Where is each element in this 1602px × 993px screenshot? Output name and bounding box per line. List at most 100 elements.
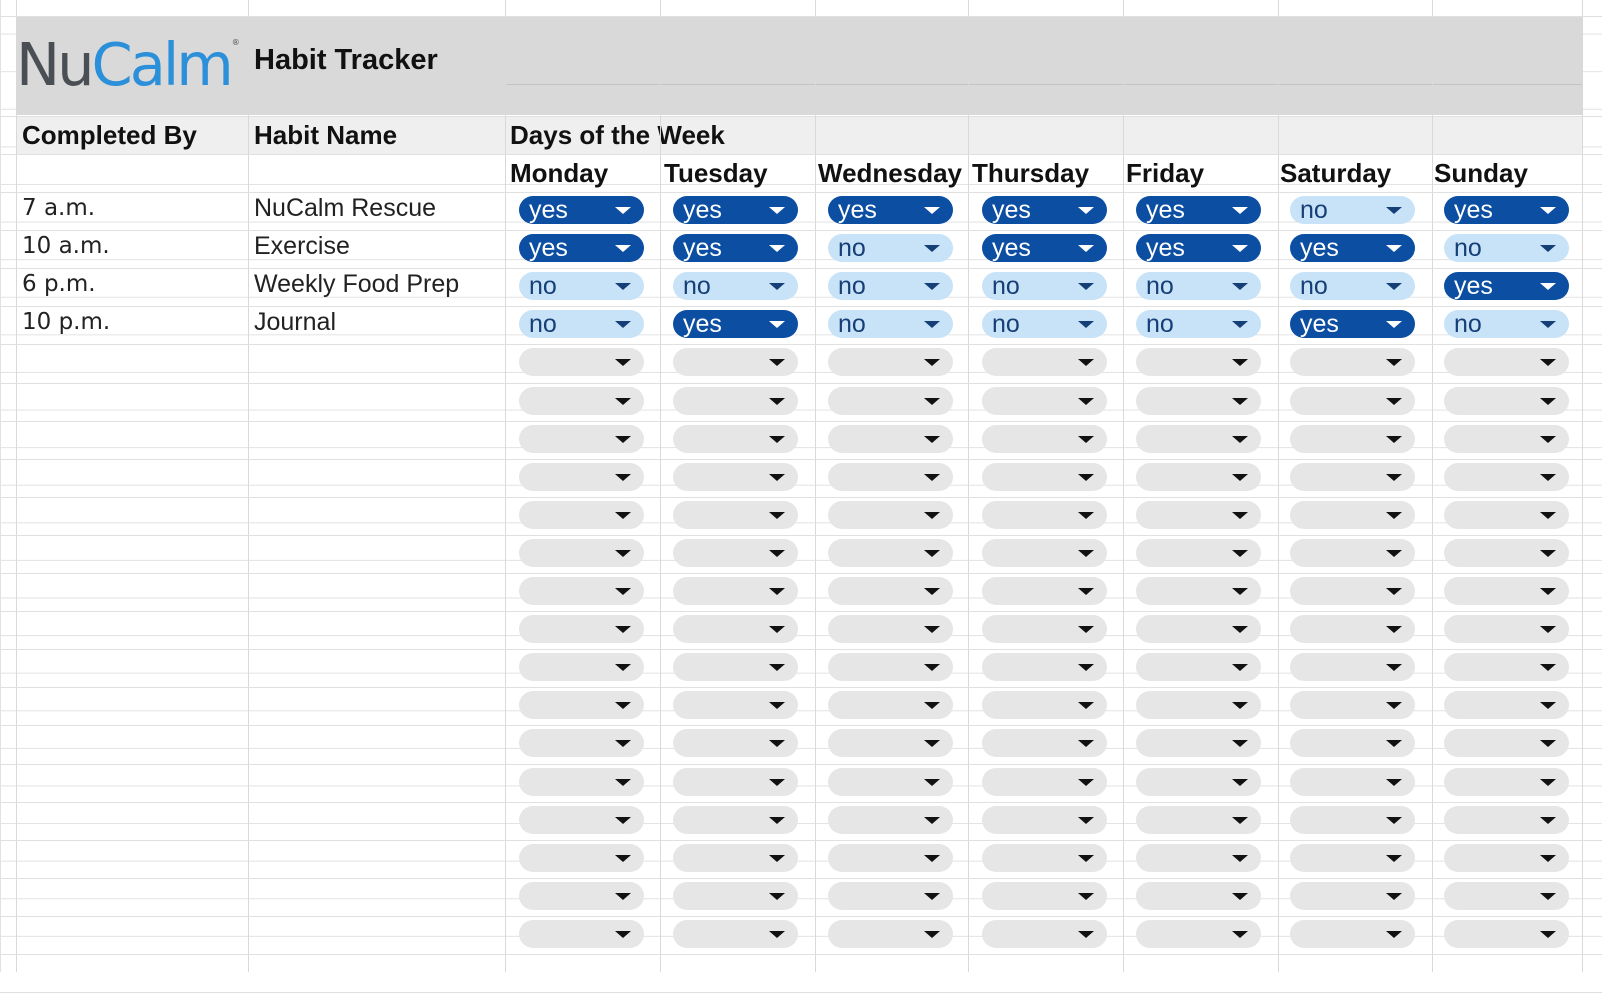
dropdown-sunday[interactable]: yes bbox=[1444, 196, 1569, 224]
dropdown-empty-thursday[interactable] bbox=[982, 729, 1107, 758]
dropdown-empty-sunday[interactable] bbox=[1444, 805, 1569, 834]
habit-name-cell[interactable]: Weekly Food Prep bbox=[254, 270, 459, 299]
completed-by-cell[interactable]: 10 p.m. bbox=[22, 309, 110, 335]
dropdown-empty-sunday[interactable] bbox=[1444, 615, 1569, 644]
dropdown-empty-tuesday[interactable] bbox=[673, 500, 798, 529]
header-day-monday[interactable]: Monday bbox=[510, 158, 608, 189]
dropdown-empty-monday[interactable] bbox=[519, 500, 644, 529]
dropdown-empty-sunday[interactable] bbox=[1444, 462, 1569, 491]
dropdown-empty-monday[interactable] bbox=[519, 691, 644, 720]
dropdown-empty-saturday[interactable] bbox=[1290, 805, 1415, 834]
dropdown-empty-thursday[interactable] bbox=[982, 386, 1107, 415]
dropdown-empty-saturday[interactable] bbox=[1290, 348, 1415, 377]
header-day-tuesday[interactable]: Tuesday bbox=[664, 158, 768, 189]
dropdown-empty-wednesday[interactable] bbox=[828, 462, 953, 491]
dropdown-friday[interactable]: yes bbox=[1136, 196, 1261, 224]
dropdown-monday[interactable]: yes bbox=[519, 196, 644, 224]
dropdown-empty-sunday[interactable] bbox=[1444, 881, 1569, 910]
dropdown-sunday[interactable]: no bbox=[1444, 234, 1569, 263]
dropdown-tuesday[interactable]: no bbox=[673, 272, 798, 301]
dropdown-empty-sunday[interactable] bbox=[1444, 919, 1569, 948]
dropdown-empty-sunday[interactable] bbox=[1444, 577, 1569, 605]
dropdown-empty-sunday[interactable] bbox=[1444, 729, 1569, 758]
dropdown-saturday[interactable]: no bbox=[1290, 272, 1415, 301]
dropdown-empty-wednesday[interactable] bbox=[828, 500, 953, 529]
dropdown-empty-thursday[interactable] bbox=[982, 653, 1107, 682]
dropdown-empty-friday[interactable] bbox=[1136, 462, 1261, 491]
dropdown-empty-saturday[interactable] bbox=[1290, 729, 1415, 758]
dropdown-wednesday[interactable]: yes bbox=[828, 196, 953, 224]
dropdown-empty-tuesday[interactable] bbox=[673, 691, 798, 720]
dropdown-empty-sunday[interactable] bbox=[1444, 767, 1569, 796]
dropdown-thursday[interactable]: yes bbox=[982, 196, 1107, 224]
dropdown-empty-monday[interactable] bbox=[519, 653, 644, 682]
header-day-saturday[interactable]: Saturday bbox=[1280, 158, 1391, 189]
dropdown-empty-tuesday[interactable] bbox=[673, 386, 798, 415]
dropdown-empty-wednesday[interactable] bbox=[828, 843, 953, 872]
header-day-thursday[interactable]: Thursday bbox=[972, 158, 1089, 189]
dropdown-empty-saturday[interactable] bbox=[1290, 386, 1415, 415]
dropdown-empty-saturday[interactable] bbox=[1290, 691, 1415, 720]
dropdown-empty-sunday[interactable] bbox=[1444, 424, 1569, 453]
dropdown-tuesday[interactable]: yes bbox=[673, 310, 798, 339]
dropdown-empty-friday[interactable] bbox=[1136, 653, 1261, 682]
dropdown-empty-thursday[interactable] bbox=[982, 805, 1107, 834]
dropdown-empty-tuesday[interactable] bbox=[673, 805, 798, 834]
dropdown-empty-saturday[interactable] bbox=[1290, 767, 1415, 796]
dropdown-thursday[interactable]: no bbox=[982, 272, 1107, 301]
habit-name-cell[interactable]: Journal bbox=[254, 308, 336, 337]
dropdown-empty-friday[interactable] bbox=[1136, 538, 1261, 567]
dropdown-empty-sunday[interactable] bbox=[1444, 538, 1569, 567]
header-day-sunday[interactable]: Sunday bbox=[1434, 158, 1528, 189]
dropdown-empty-saturday[interactable] bbox=[1290, 653, 1415, 682]
dropdown-sunday[interactable]: yes bbox=[1444, 272, 1569, 301]
dropdown-saturday[interactable]: yes bbox=[1290, 310, 1415, 339]
dropdown-empty-wednesday[interactable] bbox=[828, 881, 953, 910]
dropdown-empty-tuesday[interactable] bbox=[673, 919, 798, 948]
dropdown-empty-tuesday[interactable] bbox=[673, 767, 798, 796]
header-completed-by[interactable]: Completed By bbox=[22, 120, 197, 151]
dropdown-empty-monday[interactable] bbox=[519, 729, 644, 758]
dropdown-empty-thursday[interactable] bbox=[982, 577, 1107, 605]
dropdown-friday[interactable]: no bbox=[1136, 310, 1261, 339]
dropdown-empty-tuesday[interactable] bbox=[673, 615, 798, 644]
dropdown-empty-friday[interactable] bbox=[1136, 386, 1261, 415]
dropdown-empty-saturday[interactable] bbox=[1290, 881, 1415, 910]
dropdown-empty-monday[interactable] bbox=[519, 462, 644, 491]
dropdown-empty-friday[interactable] bbox=[1136, 424, 1261, 453]
dropdown-empty-tuesday[interactable] bbox=[673, 577, 798, 605]
dropdown-empty-wednesday[interactable] bbox=[828, 729, 953, 758]
dropdown-empty-friday[interactable] bbox=[1136, 615, 1261, 644]
dropdown-empty-sunday[interactable] bbox=[1444, 691, 1569, 720]
dropdown-empty-friday[interactable] bbox=[1136, 919, 1261, 948]
dropdown-empty-saturday[interactable] bbox=[1290, 615, 1415, 644]
dropdown-empty-saturday[interactable] bbox=[1290, 843, 1415, 872]
dropdown-tuesday[interactable]: yes bbox=[673, 234, 798, 263]
dropdown-empty-monday[interactable] bbox=[519, 919, 644, 948]
dropdown-saturday[interactable]: yes bbox=[1290, 234, 1415, 263]
dropdown-empty-wednesday[interactable] bbox=[828, 386, 953, 415]
habit-name-cell[interactable]: NuCalm Rescue bbox=[254, 194, 436, 223]
dropdown-empty-friday[interactable] bbox=[1136, 348, 1261, 377]
dropdown-empty-thursday[interactable] bbox=[982, 424, 1107, 453]
dropdown-empty-saturday[interactable] bbox=[1290, 500, 1415, 529]
dropdown-empty-friday[interactable] bbox=[1136, 729, 1261, 758]
dropdown-empty-tuesday[interactable] bbox=[673, 424, 798, 453]
dropdown-empty-monday[interactable] bbox=[519, 805, 644, 834]
dropdown-empty-tuesday[interactable] bbox=[673, 538, 798, 567]
dropdown-empty-thursday[interactable] bbox=[982, 538, 1107, 567]
dropdown-empty-wednesday[interactable] bbox=[828, 348, 953, 377]
dropdown-empty-saturday[interactable] bbox=[1290, 462, 1415, 491]
dropdown-empty-thursday[interactable] bbox=[982, 462, 1107, 491]
dropdown-empty-tuesday[interactable] bbox=[673, 653, 798, 682]
dropdown-empty-tuesday[interactable] bbox=[673, 462, 798, 491]
dropdown-empty-tuesday[interactable] bbox=[673, 843, 798, 872]
dropdown-empty-friday[interactable] bbox=[1136, 577, 1261, 605]
dropdown-friday[interactable]: yes bbox=[1136, 234, 1261, 263]
dropdown-monday[interactable]: yes bbox=[519, 234, 644, 263]
dropdown-empty-thursday[interactable] bbox=[982, 881, 1107, 910]
dropdown-empty-friday[interactable] bbox=[1136, 805, 1261, 834]
dropdown-empty-monday[interactable] bbox=[519, 767, 644, 796]
dropdown-empty-saturday[interactable] bbox=[1290, 919, 1415, 948]
dropdown-empty-wednesday[interactable] bbox=[828, 577, 953, 605]
